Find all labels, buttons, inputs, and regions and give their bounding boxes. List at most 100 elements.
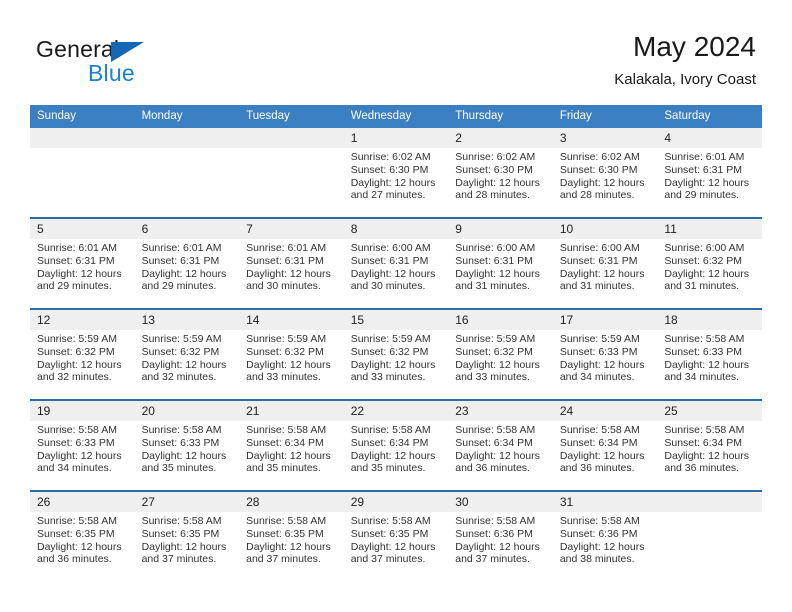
calendar-day-cell[interactable]: 10 Sunrise: 6:00 AM Sunset: 6:31 PM Dayligh… <box>552 217 658 309</box>
sunset-text: Sunset: 6:34 PM <box>455 436 533 449</box>
calendar-day-cell[interactable]: 30 Sunrise: 5:58 AM Sunset: 6:36 PM Dayligh… <box>448 490 553 581</box>
daylight-text: Daylight: 12 hours and 36 minutes. <box>37 540 122 566</box>
calendar-day-cell[interactable]: 17 Sunrise: 5:59 AM Sunset: 6:33 PM Dayligh… <box>552 308 658 400</box>
sunset-text: Sunset: 6:31 PM <box>455 254 533 267</box>
calendar-day-cell[interactable]: 18 Sunrise: 5:58 AM Sunset: 6:33 PM Dayligh… <box>657 308 762 400</box>
day-cell-inner <box>30 128 135 217</box>
calendar-day-cell[interactable]: 13 Sunrise: 5:59 AM Sunset: 6:32 PM Dayligh… <box>134 308 240 400</box>
day-number: 5 <box>30 219 135 239</box>
sunrise-text: Sunrise: 5:59 AM <box>455 333 536 345</box>
calendar-day-cell[interactable]: 11 Sunrise: 6:00 AM Sunset: 6:32 PM Dayligh… <box>657 217 762 309</box>
calendar-day-cell[interactable]: 5 Sunrise: 6:01 AM Sunset: 6:31 PM Daylight… <box>30 217 135 309</box>
day-number: 16 <box>448 310 553 330</box>
sunset-text: Sunset: 6:34 PM <box>350 436 429 449</box>
day-sun-info: Sunrise: 5:59 AM Sunset: 6:32 PM Daylight:… <box>344 330 449 384</box>
day-cell-inner <box>134 128 240 217</box>
day-cell-inner: 10 Sunrise: 6:00 AM Sunset: 6:31 PM Dayligh… <box>552 219 658 308</box>
calendar-day-cell[interactable]: 9 Sunrise: 6:00 AM Sunset: 6:31 PM Daylight… <box>448 217 553 309</box>
sunset-text: Sunset: 6:32 PM <box>350 345 429 358</box>
day-cell-inner: 24 Sunrise: 5:58 AM Sunset: 6:34 PM Dayligh… <box>552 401 658 490</box>
sunrise-text: Sunrise: 5:58 AM <box>37 515 117 527</box>
day-number: 10 <box>552 219 658 239</box>
day-cell-inner: 5 Sunrise: 6:01 AM Sunset: 6:31 PM Daylight… <box>30 219 135 308</box>
daylight-text: Daylight: 12 hours and 38 minutes. <box>559 540 645 566</box>
day-sun-info: Sunrise: 5:59 AM Sunset: 6:33 PM Daylight:… <box>553 330 658 384</box>
daylight-text: Daylight: 12 hours and 34 minutes. <box>664 358 750 384</box>
day-number: 22 <box>343 401 449 421</box>
day-cell-inner: 15 Sunrise: 5:59 AM Sunset: 6:32 PM Dayligh… <box>343 310 449 399</box>
day-sun-info: Sunrise: 5:59 AM Sunset: 6:32 PM Daylight:… <box>448 330 553 384</box>
daylight-text: Daylight: 12 hours and 31 minutes. <box>559 267 645 293</box>
calendar-day-cell[interactable]: 4 Sunrise: 6:01 AM Sunset: 6:31 PM Daylight… <box>657 128 762 218</box>
calendar-day-cell[interactable]: 29 Sunrise: 5:58 AM Sunset: 6:35 PM Dayligh… <box>343 490 449 581</box>
calendar-day-cell[interactable]: 7 Sunrise: 6:01 AM Sunset: 6:31 PM Daylight… <box>239 217 344 309</box>
daylight-text: Daylight: 12 hours and 30 minutes. <box>350 267 436 293</box>
calendar-day-cell[interactable]: 14 Sunrise: 5:59 AM Sunset: 6:32 PM Dayligh… <box>239 308 344 400</box>
day-sun-info: Sunrise: 5:59 AM Sunset: 6:32 PM Daylight:… <box>30 330 135 384</box>
sunrise-text: Sunrise: 6:00 AM <box>664 242 745 254</box>
calendar-day-cell[interactable]: 2 Sunrise: 6:02 AM Sunset: 6:30 PM Daylight… <box>448 128 553 218</box>
calendar-day-cell[interactable]: 8 Sunrise: 6:00 AM Sunset: 6:31 PM Daylight… <box>343 217 449 309</box>
calendar-body: 1 Sunrise: 6:02 AM Sunset: 6:30 PM Daylight… <box>30 128 762 581</box>
day-number: 19 <box>30 401 135 421</box>
calendar-day-cell[interactable]: 25 Sunrise: 5:58 AM Sunset: 6:34 PM Dayligh… <box>657 399 762 491</box>
calendar-day-cell[interactable]: 24 Sunrise: 5:58 AM Sunset: 6:34 PM Dayligh… <box>552 399 658 491</box>
sunrise-text: Sunrise: 6:01 AM <box>664 151 745 163</box>
calendar-day-cell[interactable]: 21 Sunrise: 5:58 AM Sunset: 6:34 PM Dayligh… <box>239 399 344 491</box>
day-sun-info: Sunrise: 5:58 AM Sunset: 6:35 PM Daylight:… <box>239 512 344 566</box>
sunrise-text: Sunrise: 5:58 AM <box>455 515 536 527</box>
calendar-day-cell[interactable]: 1 Sunrise: 6:02 AM Sunset: 6:30 PM Daylight… <box>343 128 449 218</box>
day-number: 2 <box>448 128 553 148</box>
calendar-day-cell[interactable]: 6 Sunrise: 6:01 AM Sunset: 6:31 PM Daylight… <box>134 217 240 309</box>
day-cell-inner <box>657 492 762 581</box>
daylight-text: Daylight: 12 hours and 36 minutes. <box>455 449 540 475</box>
day-cell-inner: 19 Sunrise: 5:58 AM Sunset: 6:33 PM Dayligh… <box>30 401 135 490</box>
day-sun-info: Sunrise: 5:59 AM Sunset: 6:32 PM Daylight:… <box>239 330 344 384</box>
calendar-day-cell[interactable]: 19 Sunrise: 5:58 AM Sunset: 6:33 PM Dayligh… <box>30 399 135 491</box>
day-number: 27 <box>134 492 240 512</box>
sunrise-text: Sunrise: 6:02 AM <box>350 151 431 163</box>
calendar-day-cell[interactable]: 3 Sunrise: 6:02 AM Sunset: 6:30 PM Daylight… <box>552 128 658 218</box>
sunrise-text: Sunrise: 5:58 AM <box>141 424 222 436</box>
day-number: 30 <box>448 492 553 512</box>
day-cell-inner: 28 Sunrise: 5:58 AM Sunset: 6:35 PM Dayligh… <box>239 492 344 581</box>
page-title: May 2024 <box>633 31 756 62</box>
sunrise-text: Sunrise: 6:01 AM <box>37 242 117 254</box>
day-cell-inner: 17 Sunrise: 5:59 AM Sunset: 6:33 PM Dayligh… <box>552 310 658 399</box>
day-cell-inner: 22 Sunrise: 5:58 AM Sunset: 6:34 PM Dayligh… <box>343 401 449 490</box>
sunset-text: Sunset: 6:34 PM <box>664 436 743 449</box>
day-number: 29 <box>343 492 449 512</box>
calendar-day-cell-empty <box>657 490 762 581</box>
calendar-day-cell[interactable]: 23 Sunrise: 5:58 AM Sunset: 6:34 PM Dayligh… <box>448 399 553 491</box>
day-sun-info: Sunrise: 6:00 AM Sunset: 6:32 PM Daylight:… <box>657 239 762 293</box>
day-sun-info: Sunrise: 5:59 AM Sunset: 6:32 PM Daylight:… <box>135 330 240 384</box>
calendar-day-cell[interactable]: 16 Sunrise: 5:59 AM Sunset: 6:32 PM Dayligh… <box>448 308 553 400</box>
calendar-day-cell[interactable]: 27 Sunrise: 5:58 AM Sunset: 6:35 PM Dayligh… <box>134 490 240 581</box>
calendar-day-cell[interactable]: 26 Sunrise: 5:58 AM Sunset: 6:35 PM Dayligh… <box>30 490 135 581</box>
day-cell-inner: 25 Sunrise: 5:58 AM Sunset: 6:34 PM Dayligh… <box>657 401 762 490</box>
brand-name-general: General <box>36 36 120 62</box>
calendar-day-cell[interactable]: 22 Sunrise: 5:58 AM Sunset: 6:34 PM Dayligh… <box>343 399 449 491</box>
day-number: 31 <box>552 492 658 512</box>
daylight-text: Daylight: 12 hours and 33 minutes. <box>350 358 436 384</box>
calendar-day-cell[interactable]: 31 Sunrise: 5:58 AM Sunset: 6:36 PM Dayligh… <box>552 490 658 581</box>
calendar-day-cell[interactable]: 20 Sunrise: 5:58 AM Sunset: 6:33 PM Dayligh… <box>134 399 240 491</box>
sunrise-text: Sunrise: 5:59 AM <box>37 333 117 345</box>
calendar-day-cell[interactable]: 12 Sunrise: 5:59 AM Sunset: 6:32 PM Dayligh… <box>30 308 135 400</box>
day-sun-info: Sunrise: 6:00 AM Sunset: 6:31 PM Daylight:… <box>344 239 449 293</box>
day-number <box>239 128 344 148</box>
day-number: 4 <box>657 128 762 148</box>
day-number: 9 <box>448 219 553 239</box>
sunset-text: Sunset: 6:34 PM <box>559 436 638 449</box>
sunset-text: Sunset: 6:33 PM <box>141 436 220 449</box>
general-blue-logo[interactable]: General Blue <box>36 36 246 86</box>
day-sun-info: Sunrise: 5:58 AM Sunset: 6:34 PM Daylight:… <box>239 421 344 475</box>
calendar-day-cell-empty <box>30 128 135 218</box>
dow-header-saturday: Saturday <box>657 105 762 128</box>
sunrise-text: Sunrise: 5:59 AM <box>246 333 327 345</box>
day-cell-inner: 18 Sunrise: 5:58 AM Sunset: 6:33 PM Dayligh… <box>657 310 762 399</box>
daylight-text: Daylight: 12 hours and 35 minutes. <box>141 449 227 475</box>
dow-header-tuesday: Tuesday <box>239 105 344 128</box>
calendar-day-cell[interactable]: 15 Sunrise: 5:59 AM Sunset: 6:32 PM Dayligh… <box>343 308 449 400</box>
calendar-day-cell[interactable]: 28 Sunrise: 5:58 AM Sunset: 6:35 PM Dayligh… <box>239 490 344 581</box>
